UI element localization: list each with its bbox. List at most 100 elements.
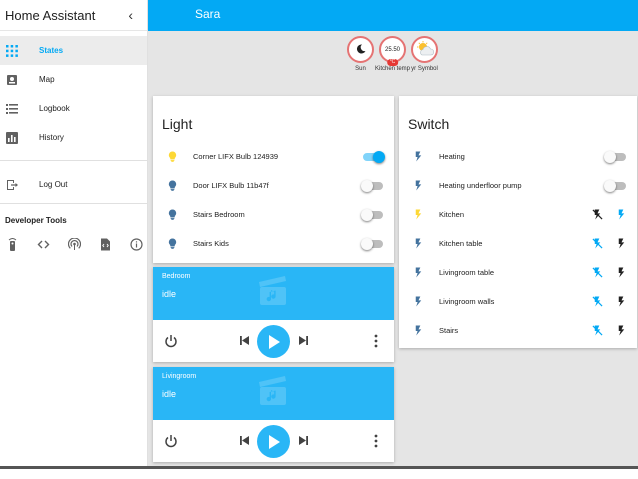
toggle-switch[interactable] xyxy=(604,180,628,192)
toggle-switch[interactable] xyxy=(361,209,385,221)
entity-name[interactable]: Kitchen xyxy=(439,210,591,219)
play-button[interactable] xyxy=(257,325,290,358)
toggle-switch[interactable] xyxy=(604,151,628,163)
flash-off-icon[interactable] xyxy=(591,267,603,279)
toggle-switch[interactable] xyxy=(361,238,385,250)
more-options-icon[interactable] xyxy=(372,434,380,448)
flash-icon[interactable] xyxy=(410,294,426,310)
moon-icon xyxy=(356,43,366,56)
badge-sun[interactable]: Sun xyxy=(346,36,375,73)
entity-name[interactable]: Stairs xyxy=(439,326,591,335)
toggle-knob xyxy=(361,180,373,192)
grid-icon xyxy=(6,44,18,57)
entity-name[interactable]: Stairs Kids xyxy=(193,239,361,248)
lightbulb-icon[interactable] xyxy=(164,149,180,165)
switch-row: Kitchen table xyxy=(399,229,637,258)
entity-name[interactable]: Livingroom table xyxy=(439,268,591,277)
sidebar: Home Assistant ‹ States Map Logbook Hist… xyxy=(0,0,148,466)
badge-label: yr Symbol xyxy=(411,66,438,72)
sidebar-item-label: Logbook xyxy=(39,104,70,113)
badge-kitchen-temp[interactable]: 25.50 °C Kitchen temp xyxy=(375,36,410,73)
sidebar-item-logbook[interactable]: Logbook xyxy=(0,94,147,123)
switch-buttons xyxy=(591,267,627,279)
media-controls xyxy=(153,320,394,362)
previous-track-icon[interactable] xyxy=(239,435,250,446)
media-player-name: Bedroom xyxy=(162,273,191,280)
flash-icon[interactable] xyxy=(615,267,627,279)
flash-icon[interactable] xyxy=(410,207,426,223)
sidebar-item-history[interactable]: History xyxy=(0,123,147,152)
flash-icon[interactable] xyxy=(410,265,426,281)
switch-row: Heating underfloor pump xyxy=(399,171,637,200)
toggle-knob xyxy=(361,209,373,221)
switch-buttons xyxy=(591,325,627,337)
flash-icon[interactable] xyxy=(410,178,426,194)
more-options-icon[interactable] xyxy=(372,334,380,348)
sidebar-item-label: Log Out xyxy=(39,180,68,189)
entity-name[interactable]: Kitchen table xyxy=(439,239,591,248)
sidebar-item-states[interactable]: States xyxy=(0,36,147,65)
lightbulb-icon[interactable] xyxy=(164,236,180,252)
entity-name[interactable]: Heating xyxy=(439,152,604,161)
info-icon[interactable] xyxy=(129,237,143,251)
entity-name[interactable]: Stairs Bedroom xyxy=(193,210,361,219)
sidebar-item-map[interactable]: Map xyxy=(0,65,147,94)
app-title: Home Assistant xyxy=(5,7,96,23)
switch-row: Kitchen xyxy=(399,200,637,229)
flash-off-icon[interactable] xyxy=(591,325,603,337)
flash-off-icon[interactable] xyxy=(591,238,603,250)
flash-icon[interactable] xyxy=(410,149,426,165)
developer-tools-title: Developer Tools xyxy=(5,216,67,225)
main-content: Sun 25.50 °C Kitchen temp yr Symbol Ligh… xyxy=(148,31,638,466)
sidebar-item-label: Map xyxy=(39,75,55,84)
flash-icon[interactable] xyxy=(615,296,627,308)
entity-name[interactable]: Livingroom walls xyxy=(439,297,591,306)
previous-track-icon[interactable] xyxy=(239,335,250,346)
sidebar-item-log-out[interactable]: Log Out xyxy=(0,170,147,199)
toggle-knob xyxy=(604,180,616,192)
switch-buttons xyxy=(591,209,627,221)
entity-name[interactable]: Door LIFX Bulb 11b47f xyxy=(193,181,361,190)
next-track-icon[interactable] xyxy=(298,335,309,346)
media-player-card: Bedroom idle xyxy=(153,267,394,362)
toggle-knob xyxy=(373,151,385,163)
flash-icon[interactable] xyxy=(615,209,627,221)
sidebar-item-label: States xyxy=(39,46,64,55)
file-code-icon[interactable] xyxy=(98,237,112,251)
media-player-card: Livingroom idle xyxy=(153,367,394,462)
toggle-knob xyxy=(604,151,616,163)
power-icon[interactable] xyxy=(164,434,178,448)
weather-icon xyxy=(414,40,436,59)
exit-icon xyxy=(6,179,18,191)
flash-icon[interactable] xyxy=(410,236,426,252)
badge-yr-symbol[interactable]: yr Symbol xyxy=(410,36,439,73)
play-button[interactable] xyxy=(257,425,290,458)
flash-icon[interactable] xyxy=(410,323,426,339)
lightbulb-icon[interactable] xyxy=(164,178,180,194)
toolbar: Sara xyxy=(148,0,638,31)
entity-name[interactable]: Heating underfloor pump xyxy=(439,181,604,190)
media-header: Bedroom idle xyxy=(153,267,394,320)
flash-icon[interactable] xyxy=(615,238,627,250)
collapse-sidebar-button[interactable]: ‹ xyxy=(128,7,133,23)
code-icon[interactable] xyxy=(36,237,50,251)
switch-row: Livingroom walls xyxy=(399,287,637,316)
toggle-switch[interactable] xyxy=(361,151,385,163)
lightbulb-icon[interactable] xyxy=(164,207,180,223)
next-track-icon[interactable] xyxy=(298,435,309,446)
play-icon xyxy=(268,334,280,349)
entity-name[interactable]: Corner LIFX Bulb 124939 xyxy=(193,152,361,161)
switch-row: Heating xyxy=(399,142,637,171)
badge-circle xyxy=(347,36,374,63)
chart-icon xyxy=(6,131,18,144)
map-icon xyxy=(6,74,18,86)
light-row: Corner LIFX Bulb 124939 xyxy=(153,142,394,171)
toggle-switch[interactable] xyxy=(361,180,385,192)
switch-row: Stairs xyxy=(399,316,637,345)
flash-off-icon[interactable] xyxy=(591,209,603,221)
remote-icon[interactable] xyxy=(5,237,19,251)
broadcast-icon[interactable] xyxy=(67,237,81,251)
flash-icon[interactable] xyxy=(615,325,627,337)
power-icon[interactable] xyxy=(164,334,178,348)
flash-off-icon[interactable] xyxy=(591,296,603,308)
